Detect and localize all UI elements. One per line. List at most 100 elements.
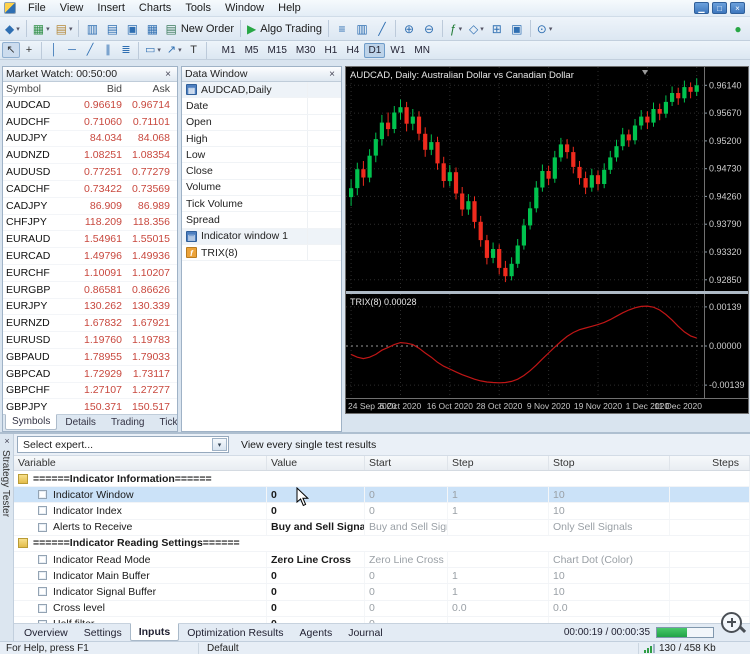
data-window-row[interactable]: ▤ Indicator window 1: [182, 228, 341, 245]
fibonacci-button[interactable]: ≣: [117, 42, 135, 58]
market-watch-row[interactable]: EURCHF 1.10091 1.10207: [3, 265, 177, 282]
column-variable[interactable]: Variable: [14, 456, 267, 470]
close-icon[interactable]: ×: [2, 436, 12, 446]
close-button[interactable]: ×: [730, 2, 745, 14]
menu-help[interactable]: Help: [271, 1, 308, 15]
market-watch-row[interactable]: AUDCHF 0.71060 0.71101: [3, 114, 177, 131]
timeframe-w1[interactable]: W1: [386, 43, 409, 58]
timeframe-mn[interactable]: MN: [410, 43, 434, 58]
timeframe-m15[interactable]: M15: [263, 43, 290, 58]
menu-view[interactable]: View: [53, 1, 91, 15]
candlestick-chart-button[interactable]: ▥: [352, 19, 372, 39]
timeframe-h4[interactable]: H4: [342, 43, 363, 58]
data-window-row[interactable]: Open: [182, 114, 341, 131]
zoom-in-button[interactable]: ⊕: [399, 19, 419, 39]
trendline-button[interactable]: ╱: [81, 42, 99, 58]
row-checkbox[interactable]: [38, 587, 47, 597]
tester-section-row[interactable]: ======Indicator Information======: [14, 471, 750, 488]
market-watch-tab-tick[interactable]: Tick: [152, 415, 177, 431]
value-cell[interactable]: 0: [267, 584, 365, 600]
market-watch-row[interactable]: GBPJPY 150.371 150.517: [3, 399, 177, 414]
maximize-button[interactable]: □: [712, 2, 727, 14]
value-cell[interactable]: Zero Line Cross: [267, 551, 365, 568]
market-watch-tab-symbols[interactable]: Symbols: [5, 414, 58, 430]
market-watch-row[interactable]: CHFJPY 118.209 118.356: [3, 215, 177, 232]
new-chart-button[interactable]: ▦ ▾: [30, 19, 53, 39]
arrows-button[interactable]: ↗ ▾: [164, 42, 185, 58]
tester-param-row[interactable]: Indicator Signal Buffer 0 0 1 10: [14, 584, 750, 601]
column-value[interactable]: Value: [267, 456, 365, 470]
tile-windows-button[interactable]: ⊞: [487, 19, 507, 39]
value-cell[interactable]: Buy and Sell Signals: [267, 519, 365, 535]
data-window-row[interactable]: f TRIX(8): [182, 244, 341, 262]
menu-window[interactable]: Window: [218, 1, 271, 15]
cascade-windows-button[interactable]: ▣: [507, 19, 527, 39]
channel-button[interactable]: ∥: [99, 42, 117, 58]
chart-window[interactable]: 0.96140 0.95670 0.95200 0.94730 0.94260 0.937…: [345, 66, 749, 414]
crosshair-button[interactable]: +: [20, 42, 38, 58]
data-window-row[interactable]: Date: [182, 98, 341, 115]
market-watch-row[interactable]: EURNZD 1.67832 1.67921: [3, 315, 177, 333]
data-window-row[interactable]: Spread: [182, 212, 341, 229]
tester-section-row[interactable]: ======Indicator Reading Settings======: [14, 535, 750, 552]
tester-param-row[interactable]: Indicator Read Mode Zero Line Cross Zero L…: [14, 551, 750, 569]
new-order-button[interactable]: ▤ New Order: [162, 19, 237, 39]
tester-tab-optimization-results[interactable]: Optimization Results: [179, 625, 291, 641]
menu-file[interactable]: File: [21, 1, 53, 15]
expert-select[interactable]: Select expert... ▾: [17, 436, 229, 453]
algo-trading-button[interactable]: ▶ Algo Trading: [244, 19, 325, 39]
market-watch-row[interactable]: GBPAUD 1.78955 1.79033: [3, 349, 177, 366]
tester-param-row[interactable]: Cross level 0 0 0.0 0.0: [14, 600, 750, 617]
status-profile[interactable]: Default: [198, 642, 638, 654]
market-watch-row[interactable]: GBPCAD 1.72929 1.73117: [3, 366, 177, 383]
column-ask[interactable]: Ask: [126, 83, 174, 95]
market-watch-row[interactable]: EURAUD 1.54961 1.55015: [3, 231, 177, 249]
shapes-button[interactable]: ▭ ▾: [142, 42, 164, 58]
data-window-row[interactable]: Low: [182, 147, 341, 164]
close-icon[interactable]: ×: [162, 69, 174, 80]
toolbox-toggle[interactable]: ▦: [142, 19, 162, 39]
timeframe-m5[interactable]: M5: [241, 43, 263, 58]
market-watch-row[interactable]: EURGBP 0.86581 0.86626: [3, 282, 177, 299]
search-button[interactable]: ⊙ ▾: [534, 19, 556, 39]
zoom-out-button[interactable]: ⊖: [419, 19, 439, 39]
market-watch-row[interactable]: CADCHF 0.73422 0.73569: [3, 181, 177, 198]
objects-button[interactable]: ◇ ▾: [466, 19, 487, 39]
close-icon[interactable]: ×: [326, 69, 338, 80]
market-watch-tab-details[interactable]: Details: [58, 415, 103, 431]
market-watch-row[interactable]: AUDJPY 84.034 84.068: [3, 131, 177, 148]
minimize-button[interactable]: ▁: [694, 2, 709, 14]
tester-tab-overview[interactable]: Overview: [16, 625, 76, 641]
market-watch-row[interactable]: EURUSD 1.19760 1.19783: [3, 332, 177, 349]
column-stop[interactable]: Stop: [549, 456, 670, 470]
timeframe-m1[interactable]: M1: [218, 43, 240, 58]
tester-tab-settings[interactable]: Settings: [76, 625, 130, 641]
tester-tab-agents[interactable]: Agents: [292, 625, 341, 641]
data-window-row[interactable]: Close: [182, 163, 341, 180]
row-checkbox[interactable]: [38, 506, 47, 516]
menu-insert[interactable]: Insert: [90, 1, 132, 15]
market-watch-row[interactable]: AUDUSD 0.77251 0.77279: [3, 164, 177, 181]
market-watch-row[interactable]: EURCAD 1.49796 1.49936: [3, 248, 177, 265]
timeframe-h1[interactable]: H1: [320, 43, 341, 58]
market-watch-row[interactable]: CADJPY 86.909 86.989: [3, 198, 177, 215]
tester-param-row[interactable]: Alerts to Receive Buy and Sell Signals Buy…: [14, 519, 750, 536]
bar-chart-button[interactable]: ≡: [332, 19, 352, 39]
horizontal-line-button[interactable]: ─: [63, 42, 81, 58]
tester-param-row[interactable]: Indicator Window 0 0 1 10: [14, 487, 750, 504]
data-window-row[interactable]: Tick Volume: [182, 196, 341, 213]
zoom-button[interactable]: [721, 612, 747, 633]
profiles-button[interactable]: ▤ ▾: [53, 19, 76, 39]
column-steps[interactable]: Steps: [670, 456, 750, 470]
cursor-button[interactable]: ↖: [2, 42, 20, 58]
market-watch-tab-trading[interactable]: Trading: [104, 415, 152, 431]
tester-tab-inputs[interactable]: Inputs: [129, 623, 180, 641]
mt-logo-button[interactable]: ◆ ▾: [2, 19, 23, 39]
tester-param-row[interactable]: Indicator Main Buffer 0 0 1 10: [14, 568, 750, 585]
column-bid[interactable]: Bid: [70, 83, 126, 95]
vertical-line-button[interactable]: │: [45, 42, 63, 58]
live-update-button[interactable]: ●: [728, 19, 748, 39]
menu-tools[interactable]: Tools: [178, 1, 218, 15]
data-window-toggle[interactable]: ▤: [102, 19, 122, 39]
column-step[interactable]: Step: [448, 456, 549, 470]
